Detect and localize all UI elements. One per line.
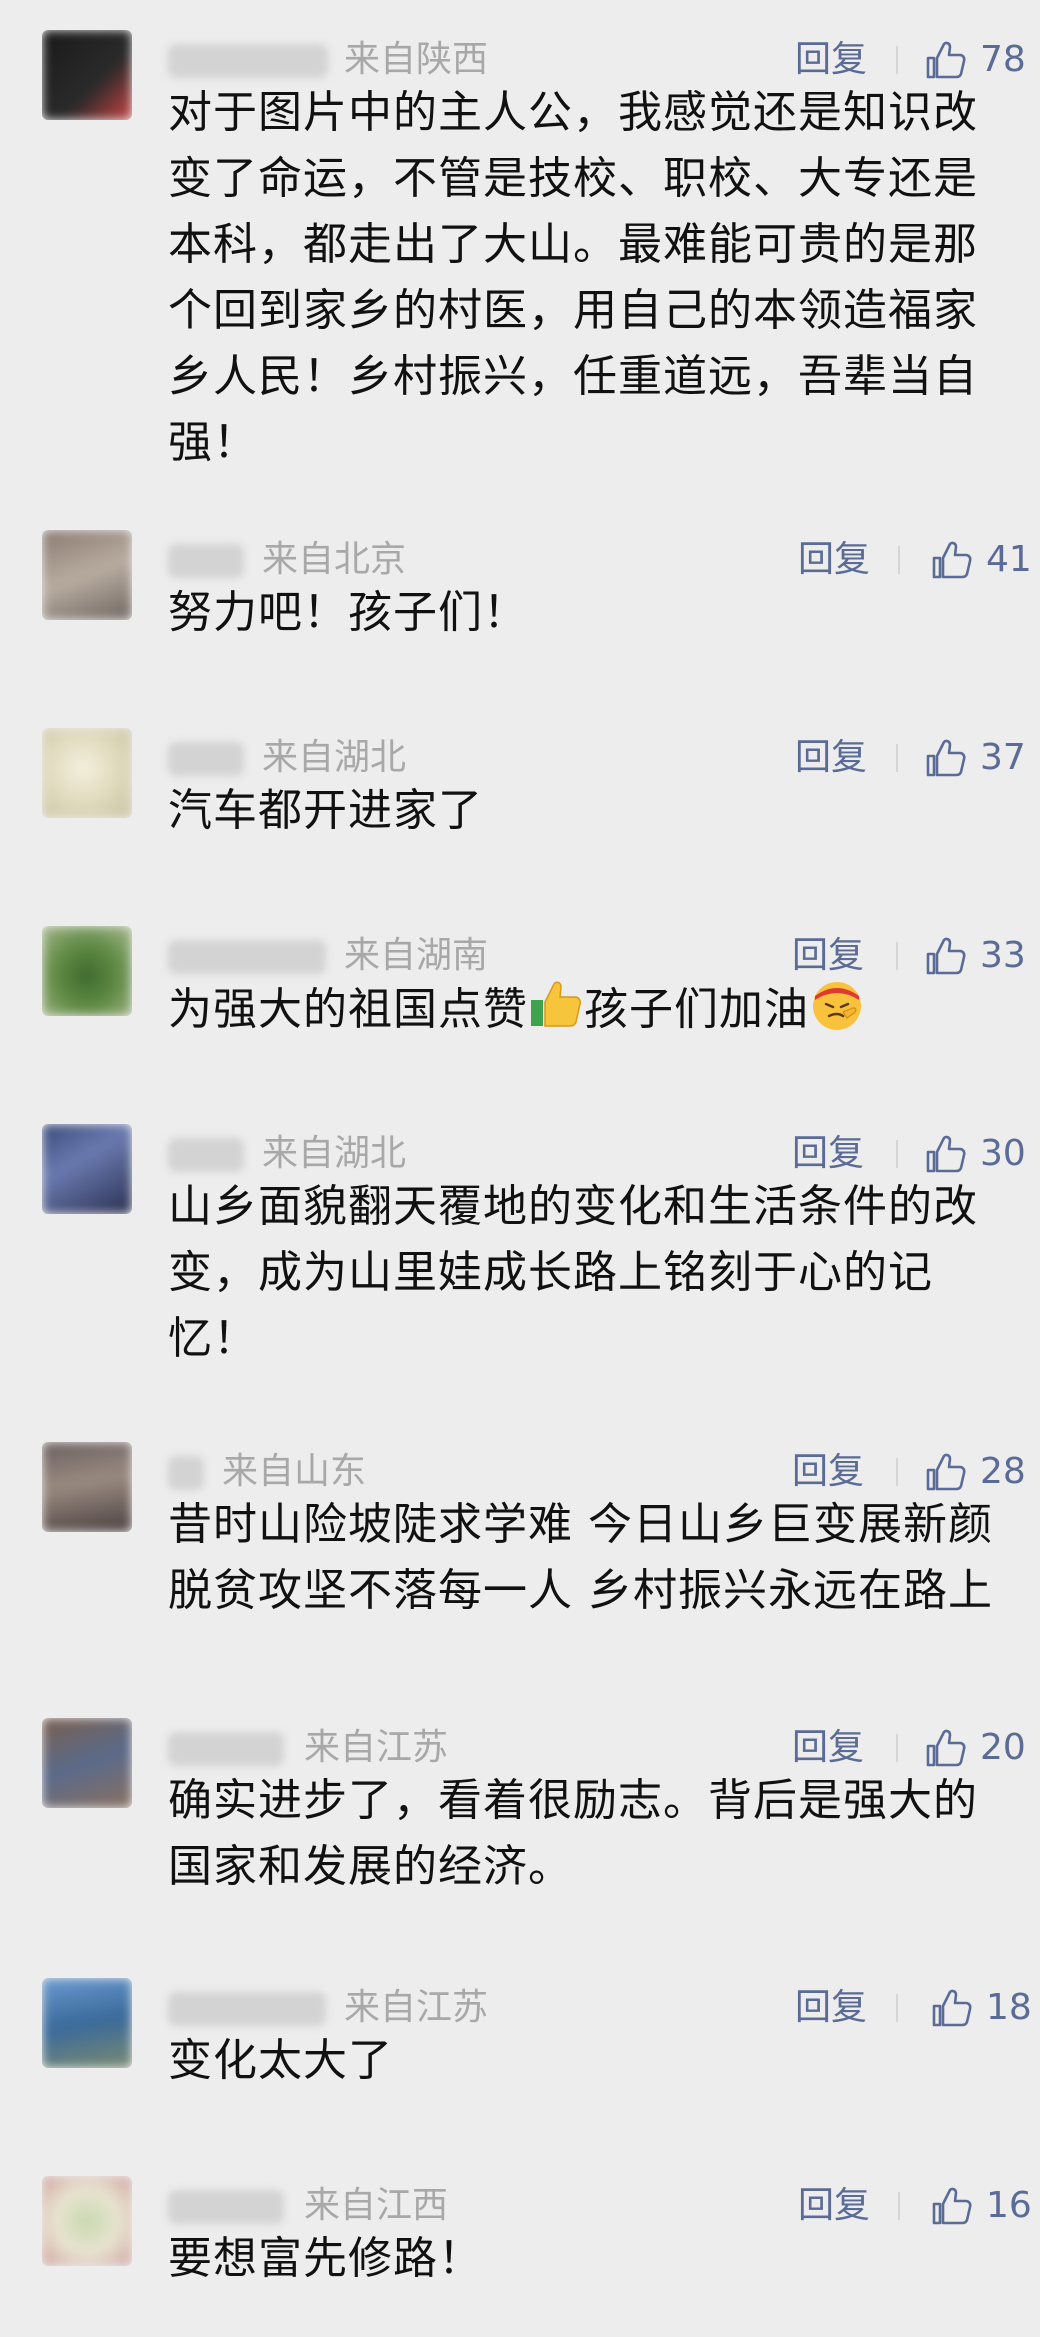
- comment-text: 山乡面貌翻天覆地的变化和生活条件的改变，成为山里娃成长路上铭刻于心的记忆！: [168, 1181, 978, 1364]
- comment-item: 来自北京 回复 41 努力吧！孩子们！: [0, 530, 1040, 660]
- comment-item: 来自湖南 回复 33 为强大的祖国点赞 孩子们加油: [0, 926, 1040, 1056]
- comment-item: 来自湖北 回复 37 汽车都开进家了: [0, 728, 1040, 858]
- avatar[interactable]: [42, 1978, 132, 2068]
- thumbs-up-emoji-icon: [531, 981, 581, 1027]
- divider: [896, 1458, 898, 1486]
- thumbs-up-icon: [932, 1989, 972, 2027]
- nickname-redacted[interactable]: [168, 1992, 326, 2026]
- divider: [896, 1140, 898, 1168]
- fighting-emoji-icon: [813, 982, 861, 1030]
- divider: [896, 46, 898, 74]
- comment-item: 来自山东 回复 28 昔时山险坡陡求学难 今日山乡巨变展新颜 脱贫攻坚不落每一人…: [0, 1442, 1040, 1622]
- avatar[interactable]: [42, 1442, 132, 1532]
- thumbs-up-icon: [932, 2187, 972, 2225]
- comment-item: 来自江西 回复 16 要想富先修路！: [0, 2176, 1040, 2306]
- comment-list: 来自陕西 回复 78 对于图片中的主人公，我感觉还是知识改变了命运，不管是技校、…: [0, 0, 1040, 2337]
- comment-text-line: 脱贫攻坚不落每一人 乡村振兴永远在路上: [168, 1565, 993, 1616]
- thumbs-up-icon: [926, 937, 966, 975]
- comment-item: 来自江苏 回复 20 确实进步了，看着很励志。背后是强大的国家和发展的经济。: [0, 1718, 1040, 1898]
- comment-text: 昔时山险坡陡求学难 今日山乡巨变展新颜 脱贫攻坚不落每一人 乡村振兴永远在路上: [168, 1492, 1040, 1624]
- avatar[interactable]: [42, 30, 132, 120]
- comment-item: 来自陕西 回复 78 对于图片中的主人公，我感觉还是知识改变了命运，不管是技校、…: [0, 30, 1040, 468]
- comment-text-line: 昔时山险坡陡求学难 今日山乡巨变展新颜: [168, 1499, 993, 1550]
- comment-text-part: 孩子们加油: [584, 984, 809, 1035]
- thumbs-up-icon: [926, 1453, 966, 1491]
- comment-text: 汽车都开进家了: [168, 785, 483, 836]
- nickname-redacted[interactable]: [168, 1456, 204, 1490]
- comment-text: 为强大的祖国点赞 孩子们加油: [168, 976, 1013, 1043]
- thumbs-up-icon: [926, 1135, 966, 1173]
- divider: [896, 744, 898, 772]
- thumbs-up-icon: [926, 1729, 966, 1767]
- nickname-redacted[interactable]: [168, 742, 244, 776]
- comment-text: 要想富先修路！: [168, 2233, 483, 2284]
- divider: [896, 1994, 898, 2022]
- nickname-redacted[interactable]: [168, 2190, 284, 2224]
- comment-item: 来自湖北 回复 30 山乡面貌翻天覆地的变化和生活条件的改变，成为山里娃成长路上…: [0, 1124, 1040, 1374]
- avatar[interactable]: [42, 926, 132, 1016]
- avatar[interactable]: [42, 1718, 132, 1808]
- thumbs-up-icon: [926, 739, 966, 777]
- comment-text: 努力吧！孩子们！: [168, 587, 528, 638]
- divider: [898, 546, 900, 574]
- divider: [898, 2192, 900, 2220]
- avatar[interactable]: [42, 530, 132, 620]
- comment-text: 变化太大了: [168, 2035, 393, 2086]
- divider: [896, 942, 898, 970]
- comment-text-part: 为强大的祖国点赞: [168, 984, 528, 1035]
- nickname-redacted[interactable]: [168, 1138, 244, 1172]
- avatar[interactable]: [42, 2176, 132, 2266]
- divider: [896, 1734, 898, 1762]
- avatar[interactable]: [42, 1124, 132, 1214]
- nickname-redacted[interactable]: [168, 940, 326, 974]
- nickname-redacted[interactable]: [168, 544, 244, 578]
- thumbs-up-icon: [932, 541, 972, 579]
- avatar[interactable]: [42, 728, 132, 818]
- comment-item: 来自江苏 回复 18 变化太大了: [0, 1978, 1040, 2108]
- nickname-redacted[interactable]: [168, 44, 328, 78]
- comment-text: 确实进步了，看着很励志。背后是强大的国家和发展的经济。: [168, 1775, 978, 1892]
- nickname-redacted[interactable]: [168, 1732, 284, 1766]
- comment-text: 对于图片中的主人公，我感觉还是知识改变了命运，不管是技校、职校、大专还是本科，都…: [168, 87, 978, 468]
- thumbs-up-icon: [926, 41, 966, 79]
